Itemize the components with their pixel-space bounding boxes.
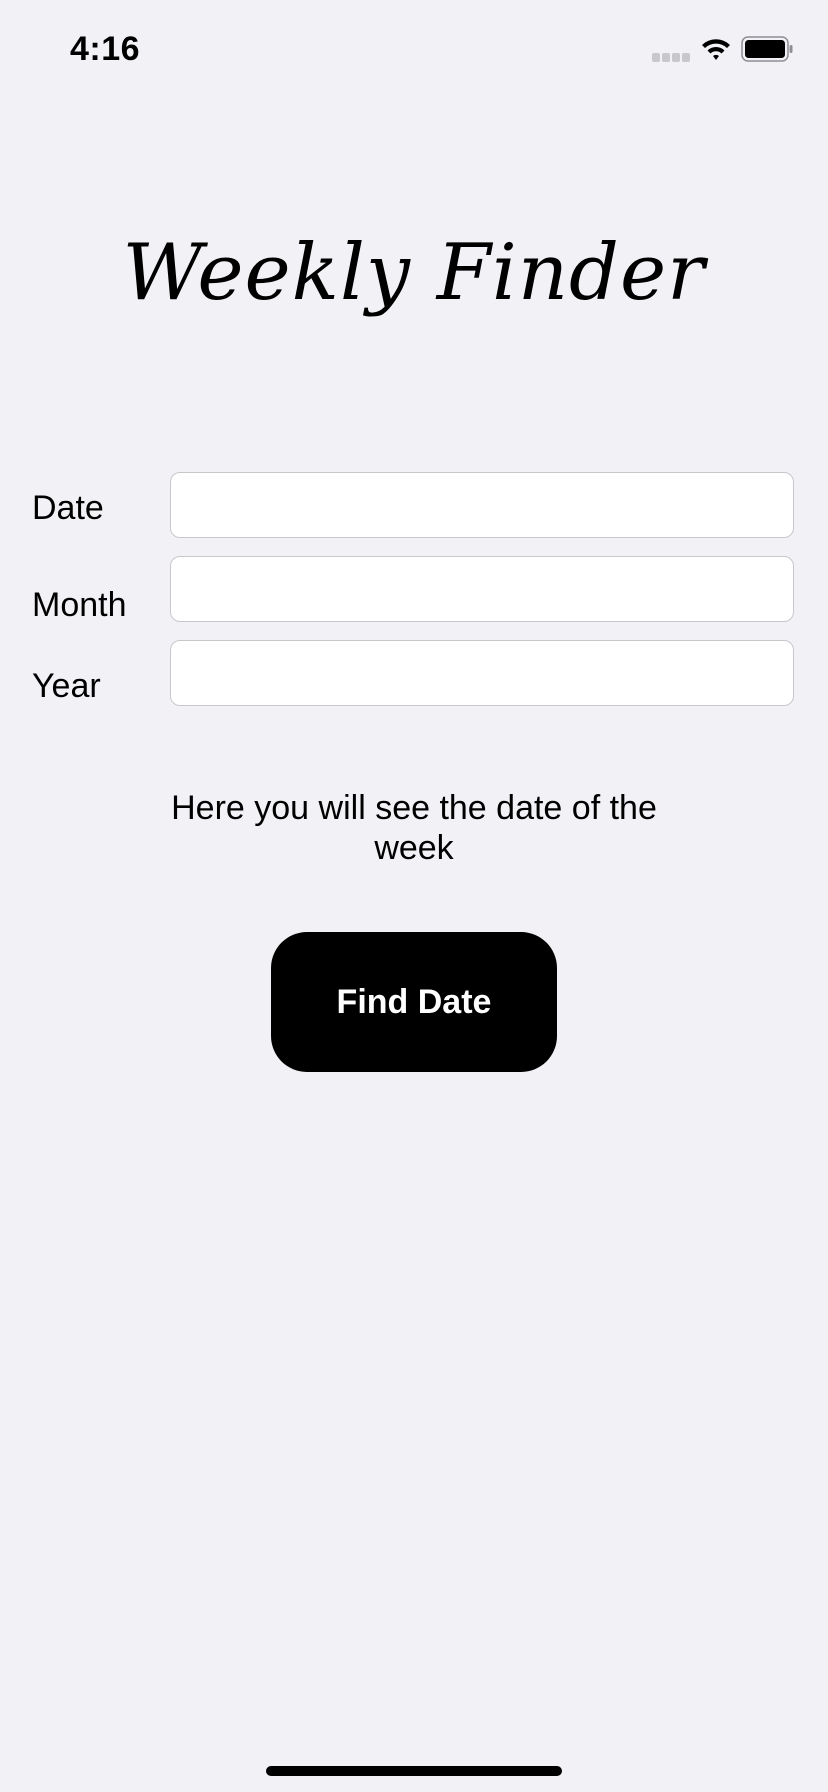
year-label: Year	[32, 667, 101, 705]
find-date-button[interactable]: Find Date	[271, 932, 557, 1072]
month-label: Month	[32, 586, 127, 624]
date-input[interactable]	[170, 472, 794, 538]
year-input[interactable]	[170, 640, 794, 706]
home-indicator[interactable]	[266, 1766, 562, 1776]
date-label: Date	[32, 489, 104, 527]
signal-icon	[652, 53, 690, 62]
month-input[interactable]	[170, 556, 794, 622]
status-bar: 4:16	[0, 0, 828, 100]
battery-icon	[741, 36, 793, 62]
status-time: 4:16	[70, 30, 141, 68]
wifi-icon	[702, 39, 730, 60]
result-text: Here you will see the date of the week	[171, 789, 657, 867]
app-title: Weekly Finder	[122, 228, 706, 318]
